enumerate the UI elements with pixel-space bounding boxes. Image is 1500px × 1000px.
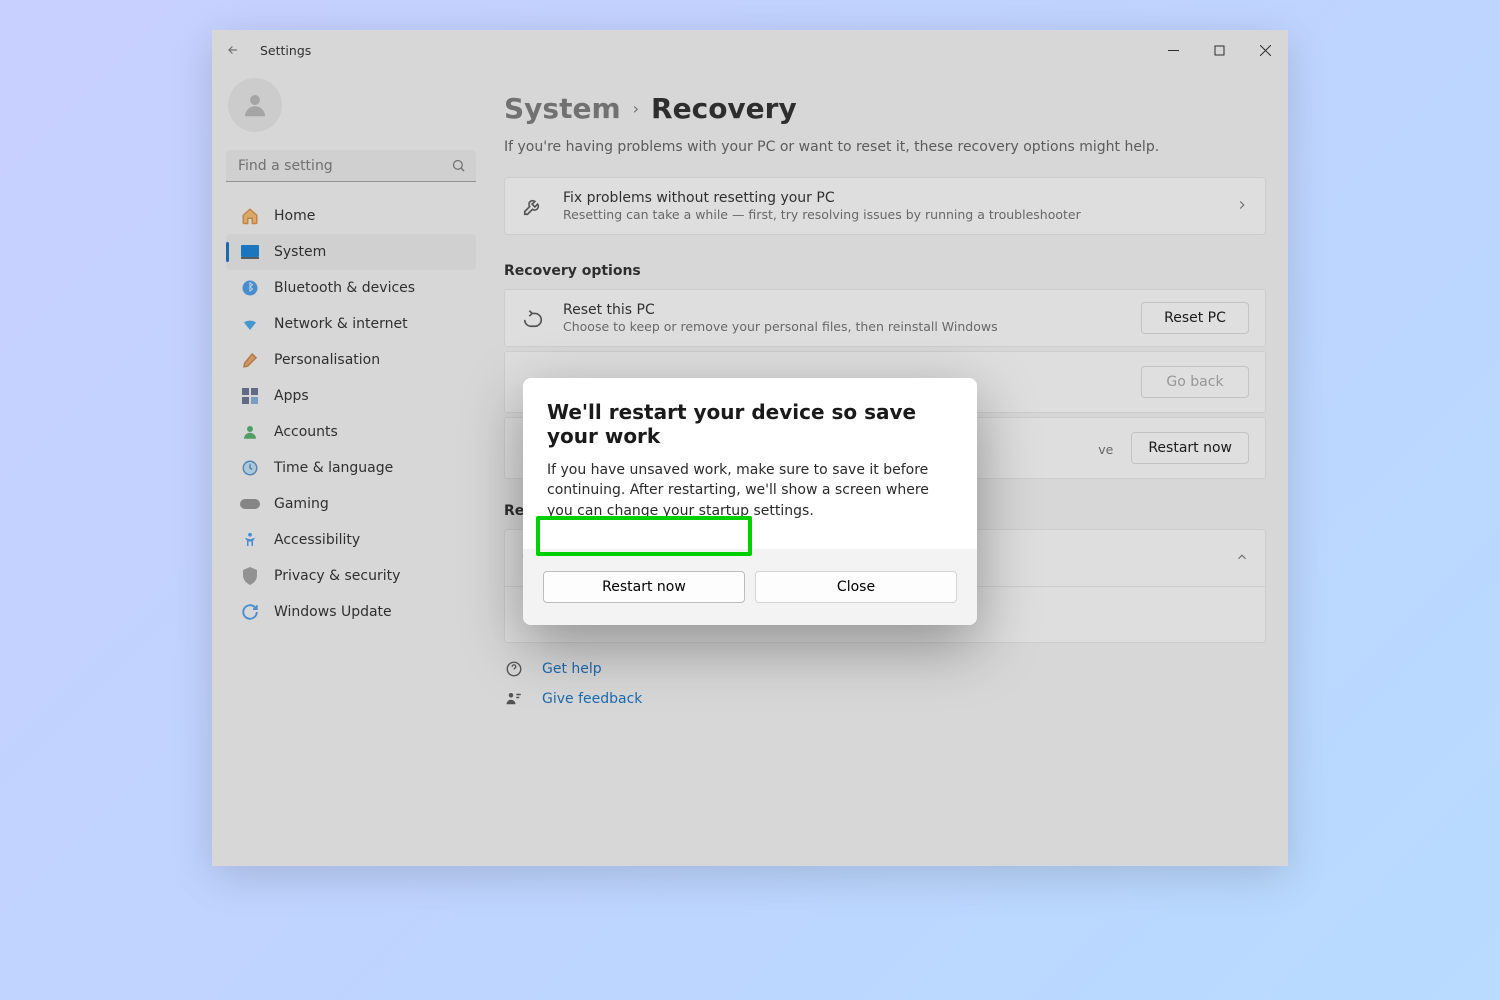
dialog-body: If you have unsaved work, make sure to s… — [547, 460, 953, 521]
dialog-restart-button[interactable]: Restart now — [543, 571, 745, 603]
dialog-close-button[interactable]: Close — [755, 571, 957, 603]
settings-window: Settings Home System Bluetooth & devices — [212, 30, 1288, 866]
restart-dialog: We'll restart your device so save your w… — [523, 378, 977, 625]
dialog-title: We'll restart your device so save your w… — [547, 400, 953, 448]
